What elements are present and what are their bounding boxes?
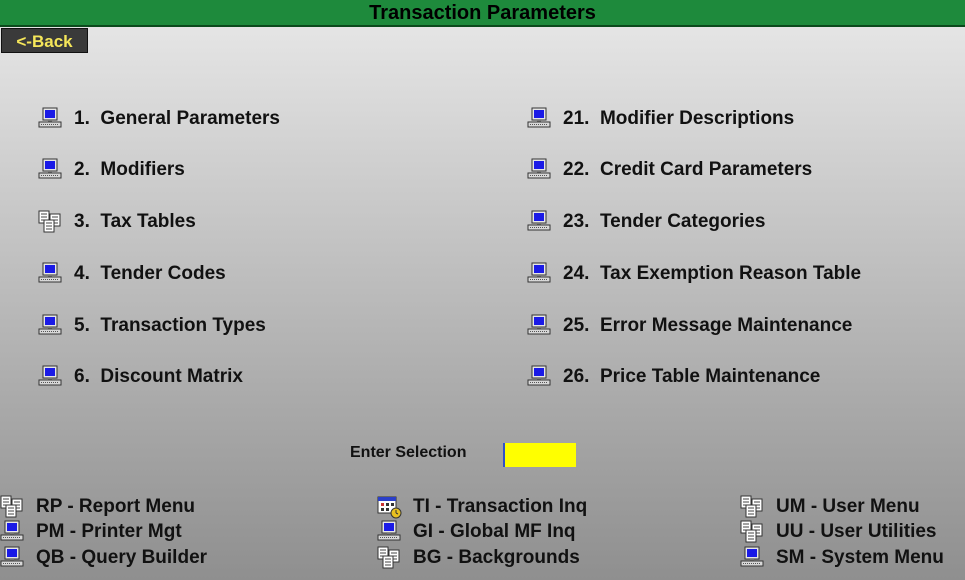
documents-icon [0, 495, 26, 519]
computer-icon [38, 365, 64, 389]
shortcut-report-menu[interactable]: RP - Report Menu [0, 495, 195, 519]
menu-item-modifiers[interactable]: 2. Modifiers [38, 156, 185, 184]
menu-item-label: Credit Card Parameters [599, 159, 813, 180]
menu-item-tax-tables[interactable]: 3. Tax Tables [38, 208, 196, 236]
computer-icon [527, 210, 553, 234]
menu-item-tender-categories[interactable]: 23. Tender Categories [527, 208, 765, 236]
documents-icon [740, 495, 766, 519]
menu-item-modifier-descriptions[interactable]: 21. Modifier Descriptions [527, 105, 794, 133]
menu-item-label: General Parameters [100, 108, 280, 129]
menu-item-label: Modifier Descriptions [599, 108, 795, 129]
computer-icon [38, 107, 64, 131]
menu-item-general-parameters[interactable]: 1. General Parameters [38, 105, 280, 133]
menu-item-label: Modifiers [100, 159, 185, 180]
shortcut-label: TI - Transaction Inq [413, 496, 588, 517]
back-button[interactable]: <-Back [1, 28, 88, 53]
shortcut-transaction-inq[interactable]: TI - Transaction Inq [377, 495, 587, 519]
menu-item-label: Tender Codes [100, 263, 226, 284]
selection-input[interactable] [503, 443, 576, 467]
computer-icon [38, 314, 64, 338]
shortcut-label: RP - Report Menu [36, 496, 196, 517]
shortcut-label: UM - User Menu [776, 496, 920, 517]
shortcut-backgrounds[interactable]: BG - Backgrounds [377, 546, 580, 570]
menu-item-number: 6. [74, 366, 90, 387]
computer-icon [527, 314, 553, 338]
calendar-icon [377, 495, 403, 519]
shortcut-printer-mgt[interactable]: PM - Printer Mgt [0, 520, 182, 544]
computer-icon [527, 365, 553, 389]
computer-icon [740, 546, 766, 570]
shortcut-global-mf-inq[interactable]: GI - Global MF Inq [377, 520, 576, 544]
computer-icon [377, 520, 403, 544]
menu-item-discount-matrix[interactable]: 6. Discount Matrix [38, 363, 243, 391]
window-title: Transaction Parameters [0, 0, 965, 27]
shortcut-label: SM - System Menu [776, 547, 944, 568]
menu-item-tax-exemption-reason-table[interactable]: 24. Tax Exemption Reason Table [527, 260, 861, 288]
menu-item-number: 24. [563, 263, 590, 284]
selection-label: Enter Selection [350, 444, 467, 461]
computer-icon [527, 107, 553, 131]
menu-item-number: 5. [74, 315, 90, 336]
computer-icon [38, 262, 64, 286]
shortcut-label: BG - Backgrounds [413, 547, 580, 568]
computer-icon [0, 520, 26, 544]
menu-item-number: 21. [563, 108, 590, 129]
menu-item-number: 25. [563, 315, 590, 336]
menu-item-label: Discount Matrix [100, 366, 243, 387]
computer-icon [38, 158, 64, 182]
menu-item-number: 22. [563, 159, 590, 180]
computer-icon [527, 262, 553, 286]
shortcut-user-menu[interactable]: UM - User Menu [740, 495, 920, 519]
menu-item-label: Price Table Maintenance [599, 366, 821, 387]
computer-icon [527, 158, 553, 182]
shortcut-query-builder[interactable]: QB - Query Builder [0, 546, 207, 570]
menu-item-price-table-maintenance[interactable]: 26. Price Table Maintenance [527, 363, 820, 391]
documents-icon [377, 546, 403, 570]
shortcut-user-utilities[interactable]: UU - User Utilities [740, 520, 936, 544]
menu-item-label: Tender Categories [599, 211, 766, 232]
menu-item-number: 2. [74, 159, 90, 180]
menu-item-number: 1. [74, 108, 90, 129]
shortcut-label: GI - Global MF Inq [413, 521, 576, 542]
menu-item-label: Error Message Maintenance [599, 315, 853, 336]
menu-item-number: 4. [74, 263, 90, 284]
shortcut-label: PM - Printer Mgt [36, 521, 182, 542]
menu-item-label: Transaction Types [100, 315, 266, 336]
menu-item-error-message-maintenance[interactable]: 25. Error Message Maintenance [527, 312, 852, 340]
documents-icon [740, 520, 766, 544]
menu-item-number: 3. [74, 211, 90, 232]
shortcut-label: UU - User Utilities [776, 521, 937, 542]
computer-icon [0, 546, 26, 570]
menu-item-number: 23. [563, 211, 590, 232]
documents-icon [38, 210, 64, 234]
menu-item-label: Tax Exemption Reason Table [599, 263, 862, 284]
menu-item-tender-codes[interactable]: 4. Tender Codes [38, 260, 226, 288]
menu-item-credit-card-parameters[interactable]: 22. Credit Card Parameters [527, 156, 812, 184]
menu-item-number: 26. [563, 366, 590, 387]
shortcut-system-menu[interactable]: SM - System Menu [740, 546, 944, 570]
menu-item-label: Tax Tables [100, 211, 196, 232]
menu-item-transaction-types[interactable]: 5. Transaction Types [38, 312, 266, 340]
shortcut-label: QB - Query Builder [36, 547, 208, 568]
